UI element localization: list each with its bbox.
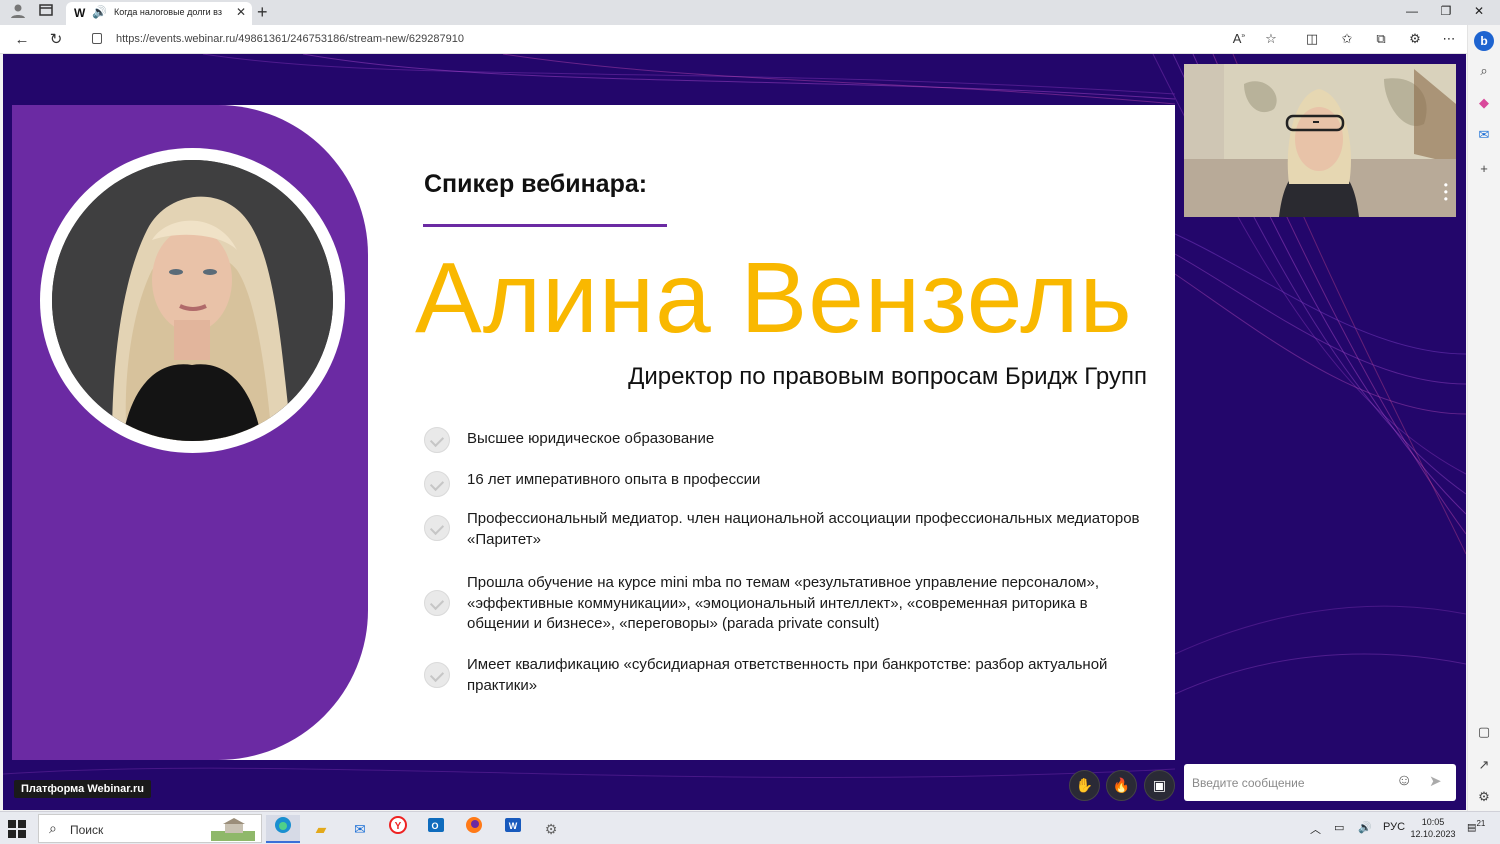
search-icon[interactable]: ⌕ [1474, 61, 1494, 81]
new-tab-button[interactable]: + [257, 2, 268, 22]
chat-message-box: ☺ ➤ [1184, 764, 1456, 801]
send-icon[interactable]: ➤ [1429, 772, 1442, 790]
notifications-icon[interactable]: ▤21 [1467, 819, 1485, 833]
check-icon [424, 471, 450, 497]
presentation-slide: Спикер вебинара: Алина Вензель Директор … [12, 105, 1175, 760]
tray-expand-icon[interactable]: ︿ [1310, 821, 1321, 837]
clock[interactable]: 10:05 12.10.2023 [1408, 816, 1458, 840]
address-bar: ← ↻ https://events.webinar.ru/49861361/2… [0, 25, 1500, 54]
maximize-button[interactable]: ❐ [1436, 4, 1456, 18]
shopping-icon[interactable]: ◆ [1474, 93, 1494, 113]
tab-bar: W 🔊 Когда налоговые долги вз ✕ + — ❐ ✕ [0, 0, 1500, 25]
windows-start-icon[interactable] [8, 820, 26, 838]
file-explorer-icon[interactable]: ▰ [304, 815, 338, 843]
speaker-name: Алина Вензель [415, 242, 1133, 354]
tab-title: Когда налоговые долги вз [114, 7, 222, 17]
browser-sidebar: b ⌕ ◆ ✉ + ▢ ↗ ⚙ [1467, 25, 1500, 811]
add-icon[interactable]: + [1474, 159, 1494, 179]
svg-text:Y: Y [395, 821, 402, 832]
close-window-button[interactable]: ✕ [1469, 4, 1489, 18]
webinar-stage: Спикер вебинара: Алина Вензель Директор … [3, 54, 1466, 810]
refresh-button[interactable]: ↻ [46, 30, 66, 50]
check-icon [424, 515, 450, 541]
title-underline [423, 224, 667, 227]
webinar-favicon-icon: W [74, 6, 86, 20]
favorites-icon[interactable]: ✩ [1337, 31, 1357, 47]
word-icon[interactable]: W [496, 815, 530, 843]
lock-icon [92, 33, 102, 44]
network-icon[interactable]: ▭ [1334, 821, 1344, 834]
svg-text:W: W [509, 821, 518, 831]
speaker-role: Директор по правовым вопросам Бридж Груп… [628, 363, 1147, 390]
check-icon [424, 590, 450, 616]
speaker-label: Спикер вебинара: [424, 170, 648, 198]
search-label: Поиск [70, 823, 104, 837]
external-link-icon[interactable]: ↗ [1474, 755, 1494, 775]
browser-tab-active[interactable]: W 🔊 Когда налоговые долги вз ✕ [66, 2, 252, 25]
url-field[interactable]: https://events.webinar.ru/49861361/24675… [84, 28, 1294, 51]
check-icon [424, 427, 450, 453]
search-icon: ⌕ [49, 820, 57, 836]
speaker-camera-feed: • • • [1184, 64, 1456, 217]
taskbar-search[interactable]: ⌕ Поиск [38, 814, 262, 843]
collections-icon[interactable]: ⧉ [1371, 31, 1391, 47]
mail-icon[interactable]: ✉ [343, 815, 377, 843]
extensions-icon[interactable]: ⚙ [1405, 31, 1425, 47]
check-icon [424, 662, 450, 688]
settings-gear-icon[interactable]: ⚙ [1474, 787, 1494, 807]
edge-taskbar-icon[interactable] [266, 815, 300, 843]
sidebar-layout-icon[interactable]: ▢ [1474, 722, 1494, 742]
picture-in-picture-button[interactable]: ▣ [1144, 770, 1175, 801]
bing-copilot-icon[interactable]: b [1474, 31, 1494, 51]
outlook-icon[interactable]: ✉ [1474, 125, 1494, 145]
app-settings-icon[interactable]: ⚙ [534, 815, 568, 843]
speaker-icon[interactable]: 🔊 [92, 5, 107, 19]
volume-icon[interactable]: 🔊 [1358, 821, 1372, 834]
chat-message-input[interactable] [1192, 773, 1388, 793]
firefox-icon[interactable] [457, 815, 491, 843]
back-button[interactable]: ← [12, 30, 32, 50]
workspaces-icon[interactable] [36, 3, 56, 23]
yandex-browser-icon[interactable]: Y [381, 815, 415, 843]
svg-text:O: O [431, 821, 438, 831]
clock-date: 12.10.2023 [1410, 829, 1456, 839]
language-indicator[interactable]: РУС [1383, 821, 1405, 833]
notification-count: 21 [1476, 819, 1486, 828]
minimize-button[interactable]: — [1402, 4, 1422, 18]
split-screen-icon[interactable]: ◫ [1302, 31, 1322, 47]
platform-badge: Платформа Webinar.ru [14, 780, 151, 798]
search-highlight-image [211, 818, 255, 841]
url-text: https://events.webinar.ru/49861361/24675… [116, 33, 464, 45]
camera-options-icon[interactable]: • • • [1444, 179, 1448, 205]
more-menu-icon[interactable]: ⋯ [1439, 31, 1459, 47]
profile-icon[interactable] [8, 3, 28, 23]
favorite-star-icon[interactable]: ☆ [1261, 31, 1281, 47]
clock-time: 10:05 [1421, 817, 1445, 827]
windows-taskbar: ⌕ Поиск ▰ ✉ Y O W ⚙ ︿ ▭ 🔊 РУС 10:05 12.1… [0, 811, 1500, 844]
close-tab-icon[interactable]: ✕ [236, 5, 246, 19]
speaker-photo [52, 160, 333, 441]
read-aloud-icon[interactable]: A» [1229, 31, 1249, 46]
emoji-icon[interactable]: ☺ [1396, 772, 1412, 790]
reaction-fire-button[interactable]: 🔥 [1106, 770, 1137, 801]
raise-hand-button[interactable]: ✋ [1069, 770, 1100, 801]
outlook-taskbar-icon[interactable]: O [419, 815, 453, 843]
